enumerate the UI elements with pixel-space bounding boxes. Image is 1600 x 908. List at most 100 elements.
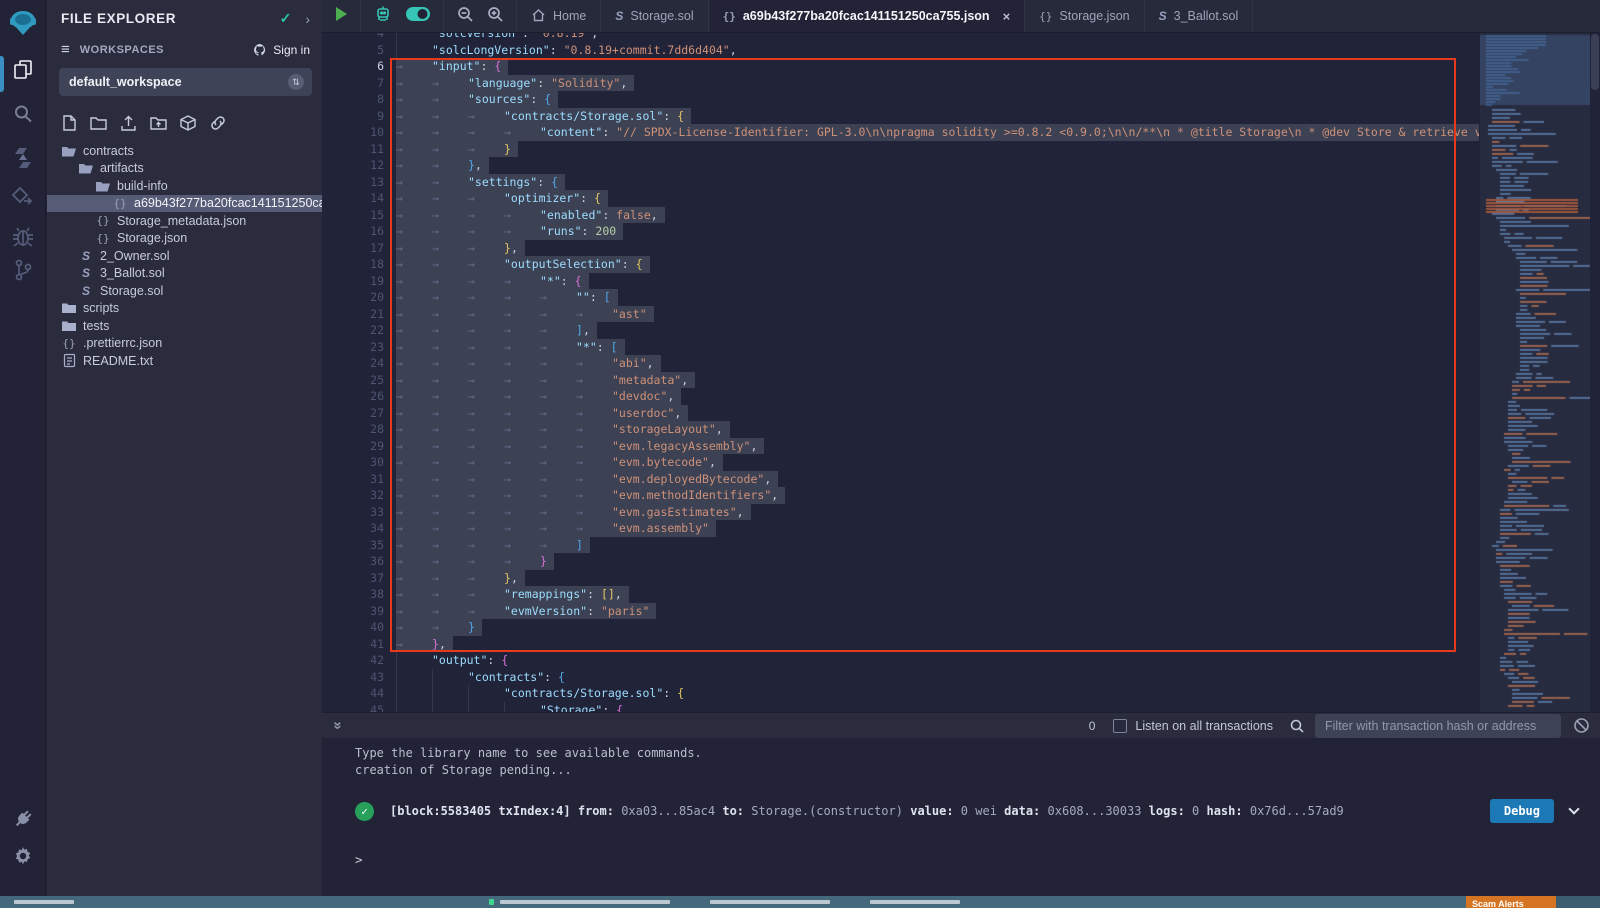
workspaces-menu-icon[interactable]: ≡: [61, 41, 70, 58]
code-line-38: →→→"remappings": [],: [396, 586, 1479, 603]
terminal[interactable]: Type the library name to see available c…: [322, 738, 1600, 896]
sidebar-item-file-explorer[interactable]: [0, 58, 46, 82]
code-line-11: →→→}: [396, 141, 1479, 158]
upload-file-icon[interactable]: [119, 114, 138, 132]
terminal-log-line: creation of Storage pending...: [355, 762, 1600, 779]
line-number: 45: [322, 702, 384, 713]
tree-item-artifacts[interactable]: artifacts: [47, 160, 322, 178]
line-number: 39: [322, 603, 384, 620]
new-file-icon[interactable]: [61, 114, 78, 132]
tree-item-label: scripts: [83, 301, 119, 315]
code-line-34: →→→→→→"evm.assembly": [396, 520, 1479, 537]
code-line-21: →→→→→→"ast": [396, 306, 1479, 323]
clear-console-icon[interactable]: [1573, 717, 1590, 734]
line-number: 7: [322, 75, 384, 92]
sidebar-item-search[interactable]: [0, 103, 46, 125]
link-icon[interactable]: [208, 114, 228, 132]
listen-all-transactions-checkbox[interactable]: [1113, 719, 1127, 733]
tab-a69b43f277ba20fcac141151250ca755-json[interactable]: {}a69b43f277ba20fcac141151250ca755.json×: [709, 0, 1026, 32]
code-line-7: →→"language": "Solidity",: [396, 75, 1479, 92]
sidebar-item-git[interactable]: [0, 258, 46, 282]
tree-item-contracts[interactable]: contracts: [47, 142, 322, 160]
transaction-success-icon: ✓: [355, 802, 374, 821]
sidebar-item-debugger[interactable]: [0, 226, 46, 248]
sign-in-button[interactable]: Sign in: [252, 43, 310, 57]
tree-item-scripts[interactable]: scripts: [47, 300, 322, 318]
sidebar-item-plugin-manager[interactable]: [0, 808, 46, 830]
code-line-15: →→→→"enabled": false,: [396, 207, 1479, 224]
transaction-count: 0: [1089, 719, 1096, 733]
tab-home[interactable]: Home: [517, 0, 601, 32]
scam-alerts-badge[interactable]: Scam Alerts: [1466, 896, 1556, 908]
zoom-out-icon[interactable]: [456, 5, 474, 28]
sidebar-item-solidity-compiler[interactable]: [0, 146, 46, 170]
tab-label: a69b43f277ba20fcac141151250ca755.json: [743, 9, 990, 23]
code-line-43: "contracts": {: [396, 669, 1479, 686]
remix-logo-icon[interactable]: [0, 7, 46, 39]
sidebar-item-deploy-run[interactable]: [0, 187, 46, 209]
code-editor[interactable]: 4 "solcVersion": "0.8.19",5 "solcLongVer…: [322, 33, 1600, 712]
tree-item-3-ballot-sol[interactable]: S3_Ballot.sol: [47, 265, 322, 283]
code-line-31: →→→→→→"evm.deployedBytecode",: [396, 471, 1479, 488]
tree-item-tests[interactable]: tests: [47, 317, 322, 335]
box-icon[interactable]: [179, 114, 197, 132]
new-folder-icon[interactable]: [89, 114, 108, 132]
code-line-45: "Storage": {: [396, 702, 1479, 713]
transaction-row[interactable]: ✓ [block:5583405 txIndex:4] from: 0xa03.…: [355, 795, 1586, 827]
tab-bar: HomeSStorage.sol {} a69b43f277ba20fcac1411…: [322, 0, 1600, 33]
tree-item--prettierrc-json[interactable]: {}.prettierrc.json: [47, 335, 322, 353]
home-icon: [531, 8, 546, 25]
editor-minimap[interactable]: [1480, 33, 1590, 712]
terminal-prompt[interactable]: >: [355, 852, 363, 867]
tree-item-storage-json[interactable]: {} Storage.json: [47, 230, 322, 248]
transaction-expand-icon[interactable]: [1568, 803, 1579, 814]
editor-scrollbar[interactable]: [1591, 34, 1599, 90]
code-line-16: →→→→"runs": 200: [396, 223, 1479, 240]
json-icon: {}: [95, 232, 111, 245]
line-number: 18: [322, 256, 384, 273]
tree-item-a69b43f277ba20fcac141151250ca7-[interactable]: {} a69b43f277ba20fcac141151250ca7...: [47, 195, 322, 213]
line-number: 35: [322, 537, 384, 554]
terminal-log-line: Type the library name to see available c…: [355, 738, 1600, 762]
tree-item-storage-metadata-json[interactable]: {}Storage_metadata.json: [47, 212, 322, 230]
close-tab-icon[interactable]: ×: [1003, 9, 1011, 24]
run-script-button[interactable]: [334, 6, 348, 27]
remix-ai-button[interactable]: [373, 4, 393, 29]
zoom-in-icon[interactable]: [486, 5, 504, 28]
icon-strip: [0, 0, 46, 896]
tree-item-build-info[interactable]: build-info: [47, 177, 322, 195]
tree-item-storage-sol[interactable]: SStorage.sol: [47, 282, 322, 300]
code-line-36: →→→→}: [396, 553, 1479, 570]
transaction-filter-input[interactable]: [1315, 714, 1561, 738]
line-number: 16: [322, 223, 384, 240]
tab-3-ballot-sol[interactable]: S3_Ballot.sol: [1145, 0, 1254, 32]
explorer-toolbar: [47, 106, 322, 140]
file-icon: [61, 353, 77, 368]
line-number: 24: [322, 355, 384, 372]
workspace-select[interactable]: default_workspace ⇅: [59, 68, 312, 96]
line-number: 37: [322, 570, 384, 587]
line-number: 29: [322, 438, 384, 455]
code-line-14: →→→"optimizer": {: [396, 190, 1479, 207]
json-icon: {}: [1039, 9, 1052, 23]
line-number: 30: [322, 454, 384, 471]
code-line-8: →→"sources": {: [396, 91, 1479, 108]
code-line-33: →→→→→→"evm.gasEstimates",: [396, 504, 1479, 521]
json-icon: {}: [112, 197, 128, 210]
terminal-collapse-icon[interactable]: »: [330, 721, 347, 729]
tree-item-readme-txt[interactable]: README.txt: [47, 352, 322, 370]
code-line-20: →→→→→"": [: [396, 289, 1479, 306]
tab-storage-sol[interactable]: SStorage.sol: [601, 0, 708, 32]
tab-storage-json[interactable]: {}Storage.json: [1025, 0, 1144, 32]
tree-item-2-owner-sol[interactable]: S2_Owner.sol: [47, 247, 322, 265]
copilot-toggle[interactable]: [405, 5, 431, 28]
line-number: 19: [322, 273, 384, 290]
tree-item-label: a69b43f277ba20fcac141151250ca7...: [134, 196, 322, 210]
tree-item-label: Storage.json: [117, 231, 187, 245]
sidebar-item-settings[interactable]: [0, 846, 46, 868]
code-line-25: →→→→→→"metadata",: [396, 372, 1479, 389]
panel-chevron-icon[interactable]: ›: [305, 11, 310, 27]
debug-button[interactable]: Debug: [1490, 799, 1554, 823]
upload-folder-icon[interactable]: [149, 114, 168, 132]
json-icon: {}: [95, 214, 111, 227]
